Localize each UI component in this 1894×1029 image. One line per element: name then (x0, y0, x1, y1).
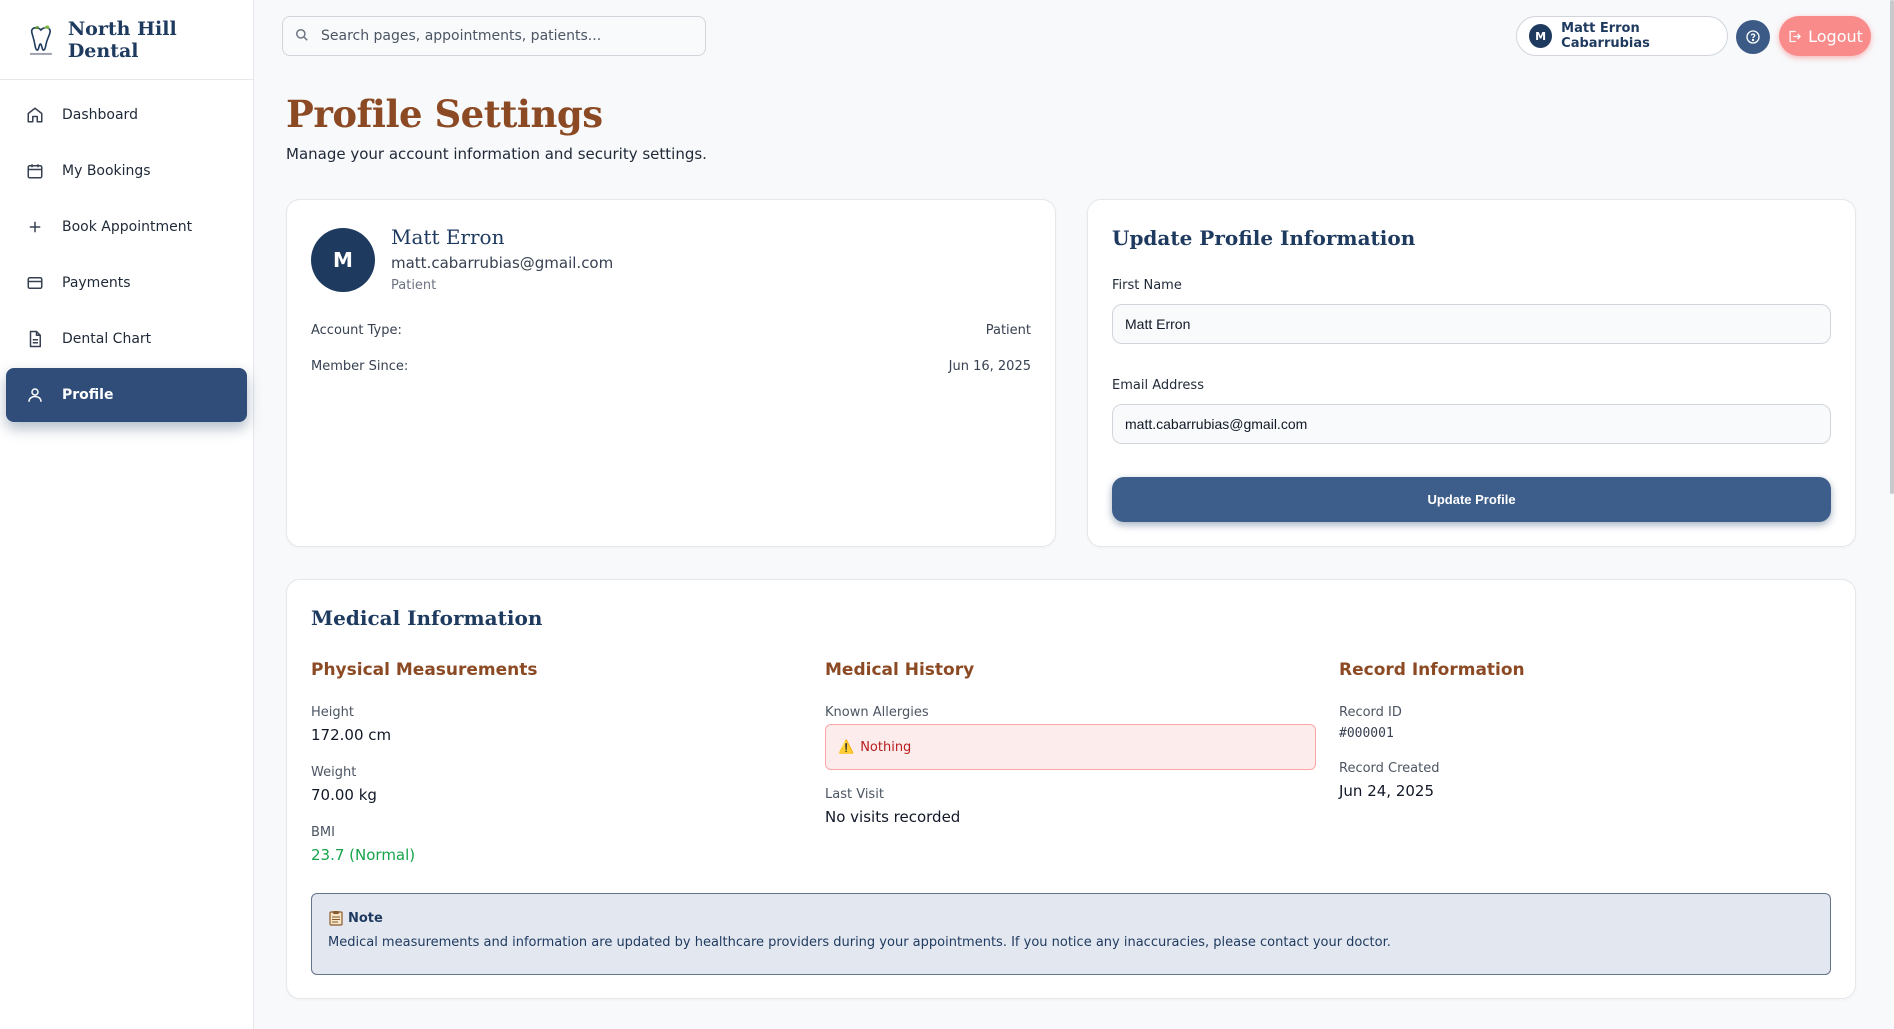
credit-card-icon (24, 272, 46, 294)
logout-button[interactable]: Logout (1779, 16, 1871, 56)
account-type-row: Account Type: Patient (311, 323, 1031, 338)
note-title-row: Note (328, 910, 1814, 926)
record-information-heading: Record Information (1339, 660, 1525, 680)
brand-name: North Hill Dental (67, 17, 177, 62)
sidebar-item-payments[interactable]: Payments (6, 256, 247, 310)
sidebar-item-label: Dashboard (62, 107, 138, 123)
help-icon (1746, 30, 1760, 44)
record-id-label: Record ID (1339, 705, 1402, 720)
account-type-label: Account Type: (311, 323, 402, 338)
account-type-value: Patient (985, 323, 1031, 338)
document-icon (24, 328, 46, 350)
user-icon (24, 384, 46, 406)
search-input[interactable] (321, 28, 681, 44)
update-profile-title: Update Profile Information (1112, 226, 1416, 250)
note-title: Note (348, 910, 383, 926)
page-title: Profile Settings (286, 92, 603, 136)
sidebar-item-label: Payments (62, 275, 131, 291)
sidebar-item-book-appointment[interactable]: Book Appointment (6, 200, 247, 254)
first-name-field[interactable] (1112, 304, 1831, 344)
bmi-label: BMI (311, 825, 335, 840)
email-field[interactable] (1112, 404, 1831, 444)
sidebar-item-profile[interactable]: Profile (6, 368, 247, 422)
medical-information-card: Medical Information Physical Measurement… (286, 579, 1856, 999)
update-profile-card: Update Profile Information First Name Em… (1087, 199, 1856, 547)
home-icon (24, 104, 46, 126)
page-subtitle: Manage your account information and secu… (286, 145, 707, 163)
sidebar: North Hill Dental Dashboard My Bookings … (0, 0, 254, 1029)
profile-email: matt.cabarrubias@gmail.com (391, 254, 614, 272)
weight-label: Weight (311, 765, 357, 780)
note-text: Medical measurements and information are… (328, 935, 1391, 950)
record-created-label: Record Created (1339, 761, 1440, 776)
clipboard-icon (329, 911, 343, 926)
allergies-value: Nothing (860, 739, 912, 755)
search-bar[interactable] (282, 16, 706, 56)
height-value: 172.00 cm (311, 726, 392, 744)
scrollbar[interactable] (1890, 0, 1894, 494)
member-since-row: Member Since: Jun 16, 2025 (311, 359, 1031, 374)
sidebar-item-dental-chart[interactable]: Dental Chart (6, 312, 247, 366)
sidebar-item-label: Profile (62, 387, 114, 403)
allergies-box: ⚠️ Nothing (825, 724, 1316, 770)
note-box: Note Medical measurements and informatio… (311, 893, 1831, 975)
calendar-icon (24, 160, 46, 182)
weight-value: 70.00 kg (311, 786, 377, 804)
record-created-value: Jun 24, 2025 (1339, 782, 1435, 800)
brand[interactable]: North Hill Dental (0, 0, 253, 80)
medical-info-title: Medical Information (311, 606, 543, 630)
sidebar-item-dashboard[interactable]: Dashboard (6, 88, 247, 142)
update-profile-button[interactable]: Update Profile (1112, 477, 1831, 522)
member-since-value: Jun 16, 2025 (948, 359, 1031, 374)
physical-measurements-heading: Physical Measurements (311, 660, 538, 680)
profile-name: Matt Erron (391, 225, 505, 249)
record-id-value: #000001 (1339, 726, 1394, 741)
sidebar-item-label: Dental Chart (62, 331, 152, 347)
profile-summary-card: M Matt Erron matt.cabarrubias@gmail.com … (286, 199, 1056, 547)
profile-avatar: M (311, 228, 375, 292)
medical-history-heading: Medical History (825, 660, 975, 680)
sidebar-item-my-bookings[interactable]: My Bookings (6, 144, 247, 198)
sidebar-nav: Dashboard My Bookings Book Appointment P… (0, 80, 253, 432)
profile-role: Patient (391, 278, 437, 293)
user-menu-button[interactable]: M Matt Erron Cabarrubias (1516, 16, 1728, 56)
member-since-label: Member Since: (311, 359, 409, 374)
logout-icon (1789, 30, 1802, 42)
warning-icon: ⚠️ (838, 739, 855, 755)
logout-label: Logout (1808, 26, 1863, 46)
sidebar-item-label: Book Appointment (62, 219, 193, 235)
height-label: Height (311, 705, 354, 720)
tooth-logo-icon (29, 25, 52, 55)
email-label: Email Address (1112, 378, 1204, 393)
allergies-label: Known Allergies (825, 705, 929, 720)
last-visit-value: No visits recorded (825, 808, 961, 826)
search-icon (295, 27, 309, 46)
first-name-label: First Name (1112, 278, 1182, 293)
bmi-value: 23.7 (Normal) (311, 846, 416, 864)
user-name: Matt Erron Cabarrubias (1561, 21, 1650, 51)
sidebar-item-label: My Bookings (62, 163, 151, 179)
plus-icon (24, 216, 46, 238)
avatar: M (1529, 24, 1553, 48)
help-button[interactable] (1736, 20, 1770, 54)
last-visit-label: Last Visit (825, 787, 884, 802)
